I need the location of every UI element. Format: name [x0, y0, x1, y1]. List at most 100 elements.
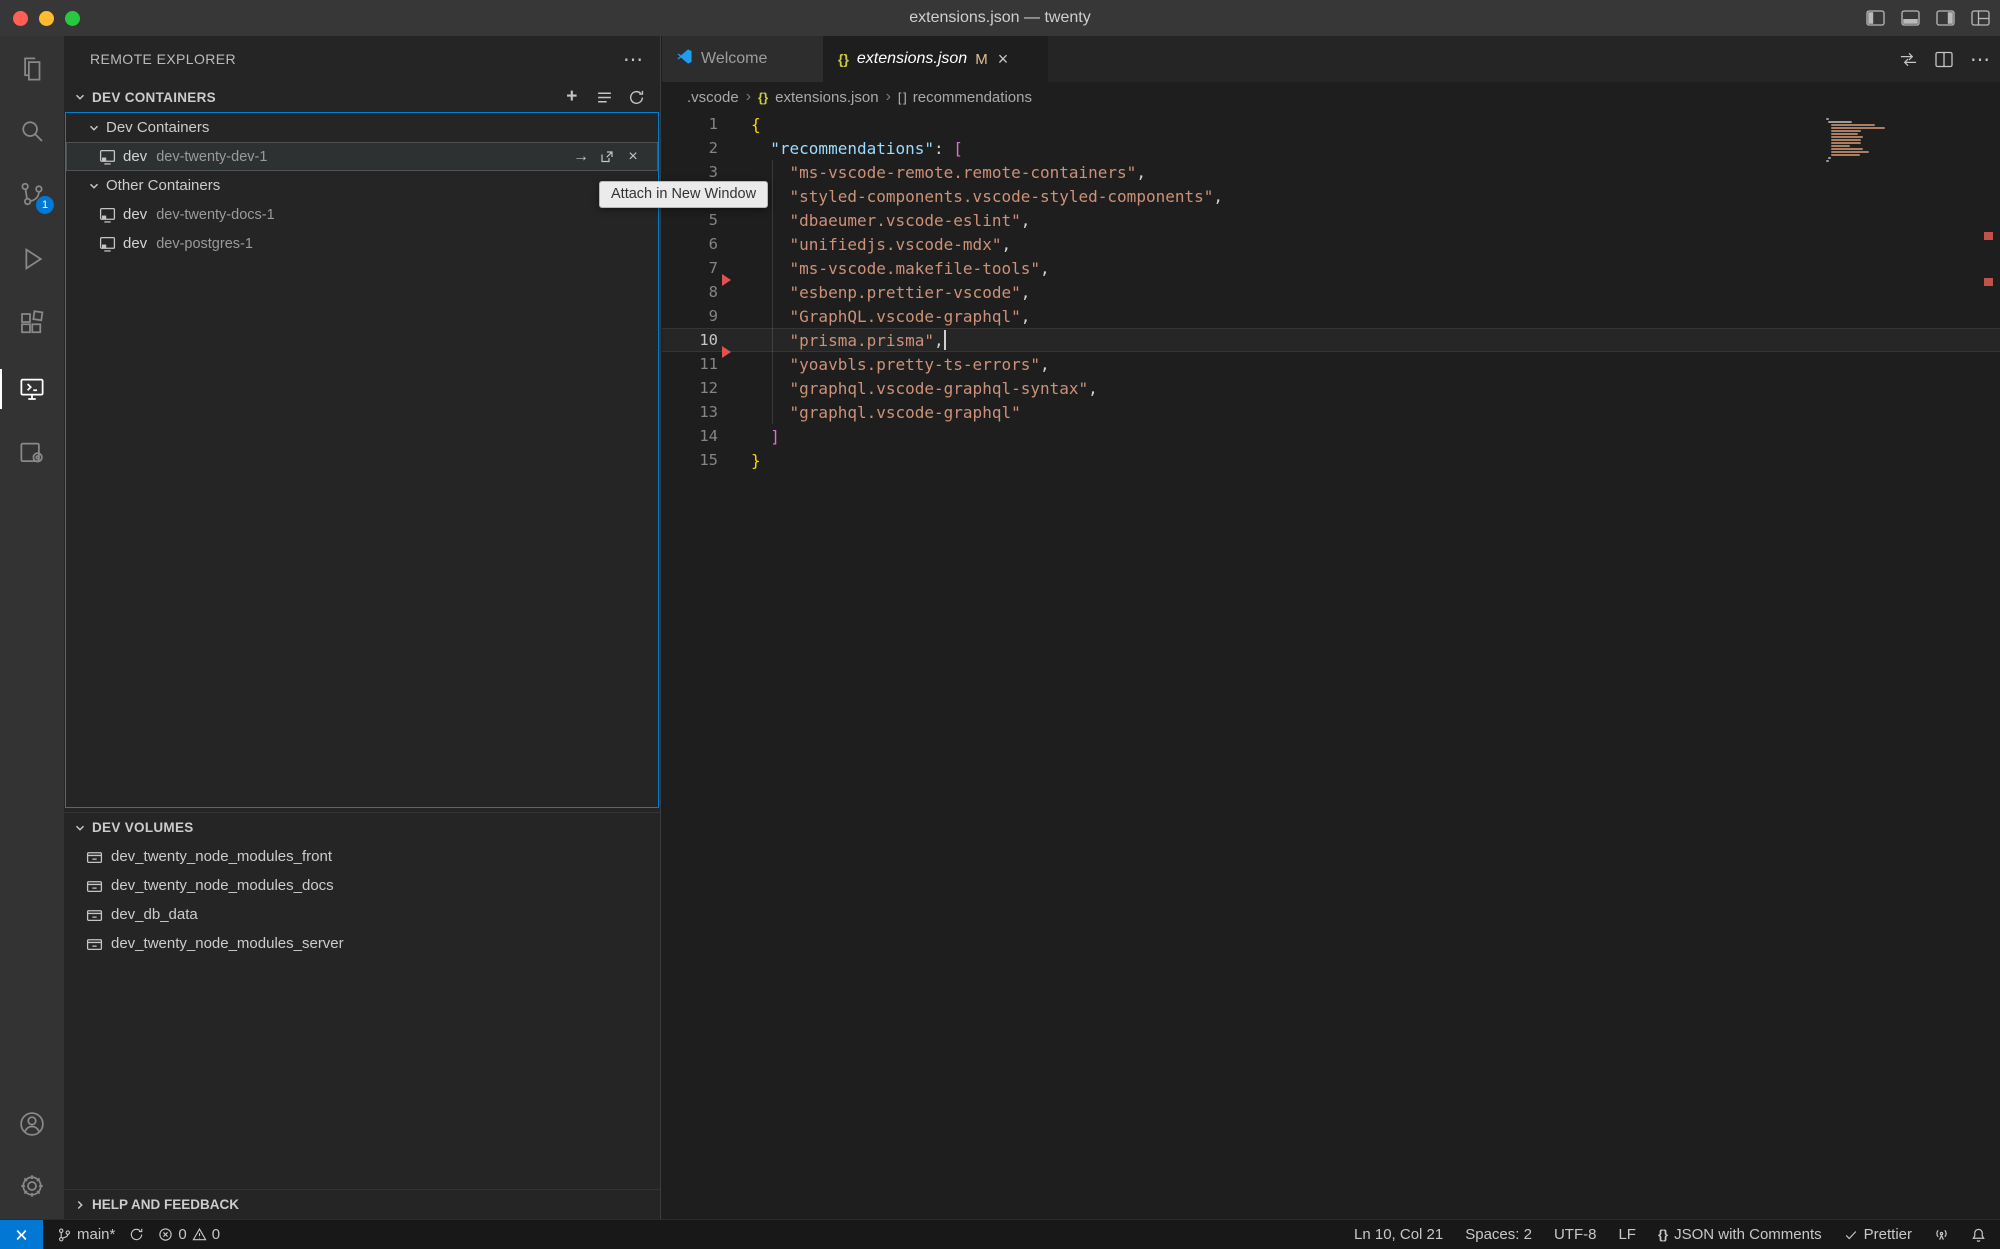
- close-window-button[interactable]: [13, 11, 28, 26]
- git-branch-status[interactable]: main*: [57, 1226, 115, 1243]
- volume-item-row[interactable]: dev_twenty_node_modules_server: [64, 929, 660, 958]
- close-tab-icon[interactable]: ×: [998, 49, 1009, 70]
- dev-volumes-list: dev_twenty_node_modules_frontdev_twenty_…: [64, 842, 660, 958]
- source-control-icon[interactable]: 1: [0, 168, 64, 220]
- toggle-panel-icon[interactable]: [1901, 10, 1920, 26]
- extensions-icon[interactable]: [0, 297, 64, 349]
- encoding-status[interactable]: UTF-8: [1554, 1226, 1597, 1243]
- code-line[interactable]: 14 ]: [662, 424, 2000, 448]
- open-changes-icon[interactable]: [1899, 51, 1918, 68]
- window-title: extensions.json — twenty: [0, 9, 2000, 27]
- code-line[interactable]: 2 "recommendations": [: [662, 136, 2000, 160]
- add-container-icon[interactable]: +: [560, 85, 584, 109]
- code-line[interactable]: 5 "dbaeumer.vscode-eslint",: [662, 208, 2000, 232]
- overview-ruler-mark: [1984, 278, 1993, 286]
- code-line[interactable]: 11 "yoavbls.pretty-ts-errors",: [662, 352, 2000, 376]
- code-line[interactable]: 13 "graphql.vscode-graphql": [662, 400, 2000, 424]
- volume-item-row[interactable]: dev_twenty_node_modules_docs: [64, 871, 660, 900]
- run-debug-icon[interactable]: [0, 233, 64, 285]
- json-file-icon: {}: [838, 51, 849, 67]
- code-line[interactable]: 1{: [662, 112, 2000, 136]
- volume-icon: [86, 935, 103, 952]
- breadcrumb: .vscode › {} extensions.json › [ ] recom…: [662, 82, 2000, 112]
- formatter-status[interactable]: Prettier: [1844, 1226, 1912, 1243]
- problems-status[interactable]: 0 0: [158, 1226, 220, 1243]
- code-line[interactable]: 3 "ms-vscode-remote.remote-containers",: [662, 160, 2000, 184]
- sidebar-title: REMOTE EXPLORER: [90, 51, 236, 67]
- toggle-primary-sidebar-icon[interactable]: [1866, 10, 1885, 26]
- vscode-window: extensions.json — twenty 1: [0, 0, 2000, 1249]
- code-line[interactable]: 7 "ms-vscode.makefile-tools",: [662, 256, 2000, 280]
- search-icon[interactable]: [0, 105, 64, 157]
- line-number: 6: [662, 235, 718, 253]
- settings-gear-icon[interactable]: [0, 1160, 64, 1212]
- chevron-down-icon: [86, 120, 102, 136]
- cursor-position-status[interactable]: Ln 10, Col 21: [1354, 1226, 1443, 1243]
- refresh-icon[interactable]: [624, 85, 648, 109]
- chevron-right-icon: [72, 1197, 88, 1213]
- chevron-down-icon: [72, 89, 88, 105]
- editor-group: Welcome {} extensions.json M × ⋯ .vscode…: [662, 36, 2000, 1219]
- braces-icon: {}: [1658, 1227, 1668, 1242]
- customize-layout-icon[interactable]: [1971, 10, 1990, 26]
- explorer-icon[interactable]: [0, 43, 64, 95]
- line-number: 7: [662, 259, 718, 277]
- split-editor-icon[interactable]: [1935, 51, 1953, 68]
- container-item-row[interactable]: devdev-twenty-docs-1: [66, 200, 658, 229]
- volume-icon: [86, 906, 103, 923]
- code-line[interactable]: 15}: [662, 448, 2000, 472]
- line-number: 14: [662, 427, 718, 445]
- attach-new-window-icon[interactable]: [596, 146, 618, 168]
- chevron-down-icon: [86, 178, 102, 194]
- volume-item-row[interactable]: dev_db_data: [64, 900, 660, 929]
- sidebar-more-actions-icon[interactable]: ⋯: [623, 47, 644, 72]
- container-group-row[interactable]: Dev Containers: [66, 113, 658, 142]
- tab-welcome[interactable]: Welcome: [662, 36, 824, 82]
- check-icon: [1844, 1228, 1858, 1242]
- line-number: 10: [662, 331, 718, 349]
- array-symbol-icon: [ ]: [898, 90, 906, 105]
- json-symbol-icon: {}: [758, 90, 768, 105]
- remote-indicator[interactable]: [0, 1220, 43, 1249]
- code-line[interactable]: 9 "GraphQL.vscode-graphql",: [662, 304, 2000, 328]
- feedback-icon[interactable]: [1934, 1227, 1949, 1242]
- containers-icon[interactable]: [0, 427, 64, 479]
- show-details-icon[interactable]: [592, 85, 616, 109]
- help-and-feedback-section-header[interactable]: HELP AND FEEDBACK: [64, 1189, 660, 1219]
- stop-container-icon[interactable]: ×: [622, 146, 644, 168]
- container-group-row[interactable]: Other Containers: [66, 171, 658, 200]
- dev-volumes-section-header[interactable]: DEV VOLUMES: [64, 812, 660, 842]
- indentation-status[interactable]: Spaces: 2: [1465, 1226, 1532, 1243]
- overview-ruler-mark: [1984, 232, 1993, 240]
- git-deleted-marker-icon: [722, 274, 731, 286]
- breadcrumb-symbol[interactable]: recommendations: [913, 89, 1032, 106]
- container-icon: [99, 206, 116, 223]
- minimap[interactable]: [1826, 118, 1892, 162]
- language-mode-status[interactable]: {} JSON with Comments: [1658, 1226, 1822, 1243]
- container-item-row[interactable]: devdev-twenty-dev-1→×: [66, 142, 658, 171]
- scm-badge: 1: [36, 196, 54, 214]
- toggle-secondary-sidebar-icon[interactable]: [1936, 10, 1955, 26]
- accounts-icon[interactable]: [0, 1098, 64, 1150]
- eol-status[interactable]: LF: [1618, 1226, 1636, 1243]
- minimize-window-button[interactable]: [39, 11, 54, 26]
- code-line[interactable]: 6 "unifiedjs.vscode-mdx",: [662, 232, 2000, 256]
- sync-status[interactable]: [129, 1227, 144, 1242]
- code-line[interactable]: 12 "graphql.vscode-graphql-syntax",: [662, 376, 2000, 400]
- breadcrumb-vscode[interactable]: .vscode: [687, 89, 739, 106]
- code-lines: 1{2 "recommendations": [3 "ms-vscode-rem…: [662, 112, 2000, 472]
- remote-explorer-icon[interactable]: [0, 363, 64, 415]
- container-item-row[interactable]: devdev-postgres-1: [66, 229, 658, 258]
- code-editor[interactable]: 1{2 "recommendations": [3 "ms-vscode-rem…: [662, 112, 2000, 1219]
- code-line[interactable]: 4 "styled-components.vscode-styled-compo…: [662, 184, 2000, 208]
- breadcrumb-file[interactable]: extensions.json: [775, 89, 878, 106]
- attach-container-icon[interactable]: →: [570, 146, 592, 168]
- dev-containers-section-header[interactable]: DEV CONTAINERS +: [64, 82, 660, 112]
- zoom-window-button[interactable]: [65, 11, 80, 26]
- code-line[interactable]: 8 "esbenp.prettier-vscode",: [662, 280, 2000, 304]
- notifications-bell-icon[interactable]: [1971, 1227, 1986, 1243]
- tab-extensions-json[interactable]: {} extensions.json M ×: [824, 36, 1048, 82]
- volume-item-row[interactable]: dev_twenty_node_modules_front: [64, 842, 660, 871]
- code-line[interactable]: 10 "prisma.prisma",: [662, 328, 2000, 352]
- editor-more-actions-icon[interactable]: ⋯: [1970, 47, 1990, 72]
